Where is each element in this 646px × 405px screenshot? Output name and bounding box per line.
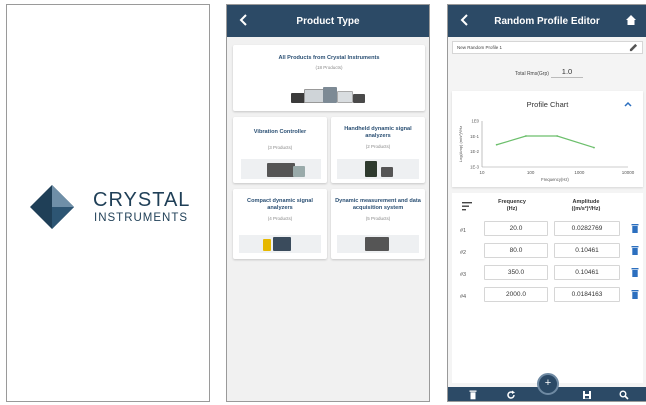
product-card-title: Compact dynamic signal analyzers [247, 198, 313, 211]
app-header: Product Type [227, 5, 429, 37]
page-title: Random Profile Editor [494, 15, 600, 27]
product-card-count: (2 Products) [365, 144, 391, 149]
delete-icon[interactable] [468, 390, 478, 400]
data-point [556, 135, 559, 137]
product-image [239, 235, 321, 253]
y-tick-label: 1E-2 [470, 149, 480, 154]
product-card-title: Handheld dynamic signal analyzers [344, 126, 412, 139]
product-image [291, 85, 367, 105]
product-image [241, 159, 321, 179]
product-card-vibration-controller[interactable]: Vibration Controller (3 Products) [233, 117, 327, 183]
product-card-count: (3 Products) [267, 145, 293, 150]
trash-icon[interactable] [631, 246, 639, 255]
amplitude-input[interactable]: 0.10461 [554, 243, 620, 258]
refresh-icon[interactable] [506, 390, 516, 400]
y-axis-label: Log(Amp) (m/s²)²/Hz [458, 126, 463, 162]
product-card-title: Dynamic measurement and data acquisition… [335, 198, 421, 211]
y-tick-label: 1E-3 [470, 165, 480, 170]
data-point [495, 143, 498, 146]
brand-subtitle: INSTRUMENTS [94, 212, 189, 224]
product-card-count: (5 Products) [365, 216, 391, 221]
product-card-title: Vibration Controller [253, 129, 307, 135]
product-card-handheld[interactable]: Handheld dynamic signal analyzers (2 Pro… [331, 117, 425, 183]
column-header-frequency: Frequency (Hz) [498, 199, 526, 212]
frequency-input[interactable]: 20.0 [484, 221, 548, 236]
product-card-compact[interactable]: Compact dynamic signal analyzers (4 Prod… [233, 189, 327, 259]
screenshot-stage: CRYSTAL INSTRUMENTS Product Type All Pro… [0, 0, 646, 405]
profile-chart-card: Profile Chart 10 100 1000 10000 1E0 1E-1 1E-2 1… [452, 91, 643, 187]
product-card-title: All Products from Crystal Instruments [278, 55, 380, 61]
chevron-left-icon[interactable] [458, 13, 472, 27]
y-tick-label: 1E-1 [470, 134, 480, 139]
crystal-logo-icon [30, 185, 74, 229]
x-tick-label: 10 [479, 170, 485, 175]
sort-icon[interactable] [462, 202, 472, 211]
trms-label: Total Rms(Grp) [515, 71, 549, 77]
row-label: #2 [460, 250, 467, 256]
y-tick-label: 1E0 [472, 119, 480, 124]
profile-chart: 10 100 1000 10000 1E0 1E-1 1E-2 1E-3 Frequency(H… [458, 119, 635, 183]
frequency-input[interactable]: 80.0 [484, 243, 548, 258]
product-image [337, 159, 419, 179]
random-profile-editor-screen: Random Profile Editor New Random Profile… [447, 4, 646, 402]
x-tick-label: 100 [527, 170, 535, 175]
column-header-amplitude: Amplitude ((m/s²)²/Hz) [571, 199, 601, 212]
trash-icon[interactable] [631, 224, 639, 233]
product-image [337, 235, 419, 253]
amplitude-input[interactable]: 0.10461 [554, 265, 620, 280]
x-tick-label: 10000 [622, 170, 635, 175]
amplitude-input[interactable]: 0.0282769 [554, 221, 620, 236]
data-point [525, 135, 527, 137]
product-card-all[interactable]: All Products from Crystal Instruments (1… [233, 45, 425, 111]
product-type-screen: Product Type All Products from Crystal I… [226, 4, 430, 402]
trms-input[interactable]: 1.0 [551, 65, 583, 78]
x-axis-label: Frequency(Hz) [541, 177, 569, 182]
frequency-input[interactable]: 350.0 [484, 265, 548, 280]
chevron-up-icon[interactable] [623, 99, 633, 109]
add-breakpoint-button[interactable]: + [537, 373, 559, 395]
product-card-count: (4 Products) [267, 216, 293, 221]
amplitude-input[interactable]: 0.0184163 [554, 287, 620, 302]
profile-name-field[interactable]: New Random Profile 1 [452, 41, 643, 54]
save-icon[interactable] [582, 390, 592, 400]
pencil-icon[interactable] [629, 43, 638, 52]
app-header: Random Profile Editor [448, 5, 646, 37]
splash-screen: CRYSTAL INSTRUMENTS [6, 4, 210, 402]
frequency-input[interactable]: 2000.0 [484, 287, 548, 302]
page-title: Product Type [296, 15, 360, 27]
row-label: #4 [460, 294, 467, 300]
row-label: #3 [460, 272, 467, 278]
home-icon[interactable] [625, 14, 637, 26]
product-card-dynamic-measurement[interactable]: Dynamic measurement and data acquisition… [331, 189, 425, 259]
search-icon[interactable] [619, 390, 629, 400]
data-point [593, 146, 595, 149]
x-tick-label: 1000 [574, 170, 585, 175]
chart-title: Profile Chart [526, 100, 569, 109]
row-label: #1 [460, 228, 467, 234]
trash-icon[interactable] [631, 268, 639, 277]
chevron-left-icon[interactable] [237, 13, 251, 27]
brand-name: CRYSTAL [93, 189, 191, 211]
product-card-count: (18 Products) [315, 65, 343, 70]
trash-icon[interactable] [631, 290, 639, 299]
series-line [496, 135, 595, 149]
profile-name-text: New Random Profile 1 [457, 45, 503, 50]
